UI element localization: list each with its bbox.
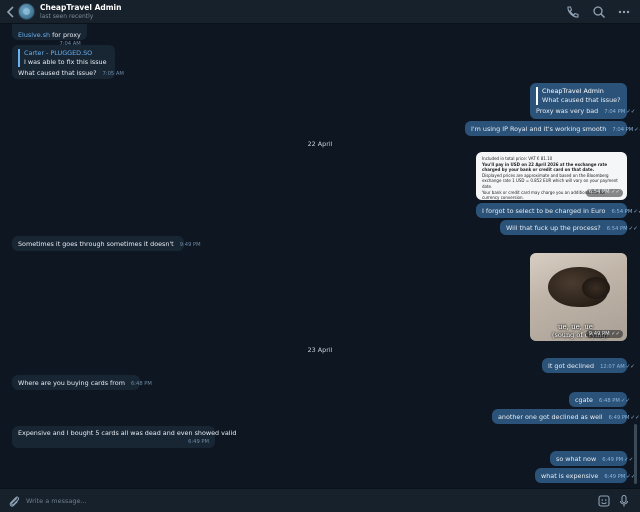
message-time: 6:49 PM (188, 439, 209, 445)
double-check-icon: ✓✓ (630, 415, 640, 421)
message-outgoing[interactable]: CheapTravel Admin What caused that issue… (530, 83, 635, 119)
message-link[interactable]: Elusive.sh (18, 31, 50, 39)
double-check-icon: ✓✓ (626, 109, 636, 115)
double-check-icon: ✓✓ (628, 226, 638, 232)
message-outgoing[interactable]: so what now 6:49 PM✓✓ (550, 451, 633, 466)
attach-icon[interactable] (7, 494, 21, 508)
microphone-icon[interactable] (617, 494, 631, 508)
reply-quote-author: Carter - PLUGGED.SO (24, 49, 93, 57)
message-outgoing[interactable]: Will that fuck up the process? 6:54 PM✓✓ (500, 220, 638, 235)
message-text: so what now (556, 455, 597, 463)
message-time: 6:54 PM (606, 226, 628, 232)
message-outgoing[interactable]: I forgot to select to be charged in Euro… (476, 203, 640, 218)
message-time: 6:54 PM ✓✓ (585, 189, 623, 197)
message-time: 6:49 PM (604, 474, 626, 480)
message-incoming[interactable]: Carter - PLUGGED.SO I was able to fix th… (12, 45, 124, 79)
message-incoming[interactable]: Elusive.sh for proxy 7:04 AM (12, 24, 87, 47)
receipt-line: You'll pay in USD on 22 April 2026 at th… (482, 161, 608, 173)
reply-quote[interactable]: CheapTravel Admin What caused that issue… (536, 87, 621, 105)
double-check-icon: ✓✓ (624, 457, 634, 463)
message-time: 7:05 AM (102, 71, 124, 77)
date-separator: 22 April (307, 140, 333, 148)
double-check-icon: ✓✓ (611, 331, 620, 337)
chat-status: last seen recently (40, 13, 94, 20)
message-text: I forgot to select to be charged in Euro (482, 207, 606, 215)
reply-quote[interactable]: Carter - PLUGGED.SO I was able to fix th… (18, 49, 109, 67)
message-time: 9:49 PM (179, 242, 201, 248)
message-text: What caused that issue? (18, 69, 97, 77)
chat-header: CheapTravel Admin last seen recently (0, 0, 640, 24)
message-text: what is expensive (541, 472, 599, 480)
message-text: another one got declined as well (498, 413, 603, 421)
phone-icon[interactable] (565, 5, 579, 19)
message-incoming[interactable]: Where are you buying cards from 6:48 PM (12, 375, 152, 390)
message-time: 6:54 PM (611, 209, 633, 215)
message-time: 6:48 PM (130, 381, 152, 387)
date-separator: 23 April (307, 346, 333, 354)
message-image-meme[interactable]: ue, ue, ue (soung of crying) 9:49 PM ✓✓ (530, 253, 627, 341)
message-text: It got declined (548, 362, 595, 370)
reply-quote-author: CheapTravel Admin (542, 87, 604, 95)
receipt-line: Displayed prices are approximate and bas… (482, 172, 618, 189)
message-list[interactable]: Elusive.sh for proxy 7:04 AM Carter - PL… (0, 24, 640, 488)
search-icon[interactable] (592, 5, 606, 19)
chat-title[interactable]: CheapTravel Admin (40, 3, 121, 12)
message-composer (0, 488, 640, 512)
double-check-icon: ✓✓ (611, 189, 620, 196)
message-text: Proxy was very bad (536, 107, 599, 115)
message-time: 6:48 PM (598, 398, 620, 404)
message-time: 6:49 PM (608, 415, 630, 421)
message-image-receipt[interactable]: Included in total price: VAT € 81.10 You… (476, 152, 627, 200)
message-outgoing[interactable]: cgate 6:48 PM✓✓ (569, 392, 631, 407)
back-arrow-icon[interactable] (6, 5, 16, 19)
message-incoming[interactable]: Sometimes it goes through sometimes it d… (12, 236, 201, 251)
sticker-icon[interactable] (597, 494, 611, 508)
double-check-icon: ✓✓ (633, 209, 640, 215)
message-text: I'm using IP Royal and it's working smoo… (471, 125, 607, 133)
reply-quote-text: I was able to fix this issue (24, 58, 107, 66)
message-time: 7:04 PM (604, 109, 626, 115)
more-icon[interactable] (617, 5, 631, 19)
message-text: Sometimes it goes through sometimes it d… (18, 240, 174, 248)
meme-cat-shape (582, 277, 610, 299)
message-text: for proxy (52, 31, 81, 39)
message-text: cgate (575, 396, 593, 404)
message-text: Expensive and I bought 5 cards all was d… (18, 429, 237, 437)
scrollbar[interactable] (634, 424, 637, 484)
message-outgoing[interactable]: another one got declined as well 6:49 PM… (492, 409, 640, 424)
message-outgoing[interactable]: I'm using IP Royal and it's working smoo… (465, 121, 640, 136)
double-check-icon: ✓✓ (634, 127, 640, 133)
message-incoming[interactable]: Expensive and I bought 5 cards all was d… (12, 426, 237, 448)
message-time: 9:49 PM ✓✓ (585, 330, 623, 338)
message-outgoing[interactable]: what is expensive 6:49 PM✓✓ (535, 468, 636, 483)
reply-quote-text: What caused that issue? (542, 96, 621, 104)
message-text: Where are you buying cards from (18, 379, 125, 387)
message-text: Will that fuck up the process? (506, 224, 601, 232)
message-time: 7:04 PM (612, 127, 634, 133)
message-time: 12:07 AM (600, 364, 625, 370)
double-check-icon: ✓✓ (620, 398, 631, 404)
message-input[interactable] (26, 495, 586, 507)
double-check-icon: ✓✓ (625, 364, 635, 370)
avatar[interactable] (18, 3, 35, 20)
message-time: 6:49 PM (602, 457, 624, 463)
message-outgoing[interactable]: It got declined 12:07 AM✓✓ (542, 358, 635, 373)
